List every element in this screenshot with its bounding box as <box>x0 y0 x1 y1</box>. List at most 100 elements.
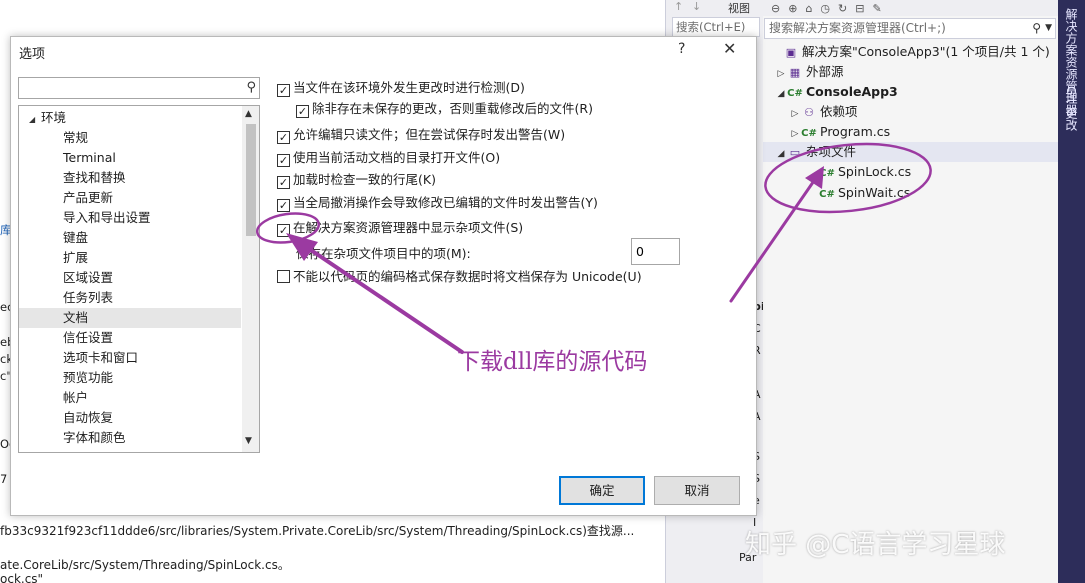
solution-explorer: ⊖ ⊕ ⌂ ◷ ↻ ⊟ ✎ 搜索解决方案资源管理器(Ctrl+;) ⚲ ▼ ▣ 解… <box>763 0 1058 583</box>
option-row[interactable]: ✓ 使用当前活动文档的目录打开文件(O) <box>277 149 500 167</box>
expand-arrow-icon[interactable]: ◢ <box>775 144 787 164</box>
option-row[interactable]: ✓ 加载时检查一致的行尾(K) <box>277 171 436 189</box>
tab-git-changes[interactable]: Git 更改 <box>1063 86 1080 131</box>
expand-arrow-icon[interactable]: ▷ <box>789 104 801 124</box>
se-search-placeholder: 搜索解决方案资源管理器(Ctrl+;) <box>769 21 946 35</box>
tree-item[interactable]: 任务列表 <box>19 288 241 308</box>
options-tree: ◢ 环境 常规 Terminal 查找和替换 产品更新 导入和导出设置 键盘 扩展 区域设置 任务… <box>18 105 260 453</box>
close-icon[interactable]: ✕ <box>723 39 736 58</box>
scroll-up-icon[interactable]: ▲ <box>245 109 252 119</box>
option-label: 在解决方案资源管理器中显示杂项文件(S) <box>293 220 524 235</box>
csharp-file-icon: C# <box>819 168 835 179</box>
solution-tree-item[interactable]: ▷ ⚇ 依赖项 <box>763 102 1058 122</box>
solution-tree-label: 杂项文件 <box>806 144 857 159</box>
option-label: 加载时检查一致的行尾(K) <box>293 172 436 187</box>
expand-arrow-icon[interactable]: ▷ <box>789 124 801 144</box>
tree-item[interactable]: 产品更新 <box>19 188 241 208</box>
checkbox[interactable]: ✓ <box>277 199 290 212</box>
checkbox[interactable]: ✓ <box>296 105 309 118</box>
option-label: 不能以代码页的编码格式保存数据时将文档保存为 Unicode(U) <box>293 269 642 284</box>
folder-icon: ▣ <box>785 46 797 59</box>
scroll-down-icon[interactable]: ▼ <box>245 436 252 446</box>
solution-tree-item[interactable]: ▣ 解决方案"ConsoleApp3"(1 个项目/共 1 个) <box>763 42 1058 62</box>
expand-arrow-icon[interactable]: ◢ <box>775 84 787 104</box>
folder-icon: ▭ <box>789 146 801 159</box>
history-icon[interactable]: ◷ <box>820 2 830 15</box>
right-tab-strip: 解决方案资源管理器 Git 更改 <box>1058 0 1085 583</box>
forward-icon[interactable]: ⊕ <box>788 2 797 15</box>
folder-icon: ▦ <box>789 66 801 79</box>
misc-items-count-label: 保存在杂项文件项目中的项(M): <box>296 246 471 261</box>
annotation-text: 下载dll库的源代码 <box>457 349 648 375</box>
up-arrow-icon[interactable]: ↑ <box>674 0 683 13</box>
solution-explorer-search-input[interactable]: 搜索解决方案资源管理器(Ctrl+;) ⚲ ▼ <box>764 18 1056 39</box>
cancel-button[interactable]: 取消 <box>654 476 740 505</box>
ok-button[interactable]: 确定 <box>559 476 645 505</box>
misc-items-count-input[interactable] <box>631 238 680 265</box>
solution-tree-label: SpinLock.cs <box>838 164 912 179</box>
checkbox[interactable]: ✓ <box>277 224 290 237</box>
solution-tree-label: SpinWait.cs <box>838 185 911 200</box>
watermark: 知乎 @C语言学习星球 <box>745 530 1006 560</box>
checkbox[interactable] <box>277 270 290 283</box>
csharp-file-icon: C# <box>801 128 817 139</box>
solution-tree-item[interactable]: ◢ ▭ 杂项文件 <box>763 142 1058 162</box>
tree-scrollbar[interactable]: ▲ ▼ <box>242 106 259 452</box>
tree-item[interactable]: 键盘 <box>19 228 241 248</box>
solution-tree-label: Program.cs <box>820 124 891 139</box>
tree-item[interactable]: 常规 <box>19 128 241 148</box>
solution-tree-item[interactable]: C# SpinLock.cs <box>763 162 1058 182</box>
tree-item[interactable]: 帐户 <box>19 388 241 408</box>
options-dialog: 选项 ? ✕ ⚲ ◢ 环境 常规 Terminal 查找和替换 产品更新 导入和导出设置键… <box>10 36 757 516</box>
solution-tree-item[interactable]: C# SpinWait.cs <box>763 183 1058 203</box>
expand-arrow-icon[interactable]: ▷ <box>775 64 787 84</box>
option-row[interactable]: ✓ 当文件在该环境外发生更改时进行检测(D) <box>277 79 525 97</box>
help-icon[interactable]: ? <box>678 41 685 57</box>
tree-item[interactable]: Terminal <box>19 148 241 168</box>
option-label: 除非存在未保存的更改，否则重载修改后的文件(R) <box>312 101 593 116</box>
solution-tree-item[interactable]: ▷ C# Program.cs <box>763 122 1058 142</box>
tree-item[interactable]: 信任设置 <box>19 328 241 348</box>
search-icon[interactable]: ⚲ <box>1032 19 1041 38</box>
chevron-down-icon[interactable]: ▼ <box>1045 19 1052 38</box>
tree-item[interactable]: 查找和替换 <box>19 168 241 188</box>
checkbox[interactable]: ✓ <box>277 176 290 189</box>
tree-item-label: 环境 <box>41 110 67 125</box>
middle-search-input[interactable]: 搜索(Ctrl+E) <box>672 17 760 37</box>
tree-item[interactable]: 导入和导出设置 <box>19 208 241 228</box>
options-search-input[interactable]: ⚲ <box>18 77 260 99</box>
checkbox[interactable]: ✓ <box>277 131 290 144</box>
home-icon[interactable]: ⌂ <box>805 2 812 15</box>
tree-item[interactable]: 字体和颜色 <box>19 428 241 448</box>
tree-item[interactable]: 自动恢复 <box>19 408 241 428</box>
option-row[interactable]: ✓ 在解决方案资源管理器中显示杂项文件(S) <box>277 219 523 237</box>
collapse-icon[interactable]: ⊟ <box>855 2 864 15</box>
solution-tree-item[interactable]: ▷ ▦ 外部源 <box>763 62 1058 82</box>
checkbox[interactable]: ✓ <box>277 154 290 167</box>
checkbox[interactable]: ✓ <box>277 84 290 97</box>
option-row[interactable]: ✓ 当全局撤消操作会导致修改已编辑的文件时发出警告(Y) <box>277 194 598 212</box>
solution-tree-item[interactable]: ◢ C# ConsoleApp3 <box>763 82 1058 102</box>
tree-item[interactable]: 区域设置 <box>19 268 241 288</box>
bg-fragment: 7 <box>0 472 8 486</box>
tree-item[interactable]: 扩展 <box>19 248 241 268</box>
option-label: 允许编辑只读文件；但在尝试保存时发出警告(W) <box>293 127 566 142</box>
tree-item[interactable]: 选项卡和窗口 <box>19 348 241 368</box>
refresh-icon[interactable]: ↻ <box>838 2 847 15</box>
option-label: 使用当前活动文档的目录打开文件(O) <box>293 150 501 165</box>
tree-item-environment[interactable]: ◢ 环境 <box>19 108 241 128</box>
scrollbar-thumb[interactable] <box>246 124 256 236</box>
down-arrow-icon[interactable]: ↓ <box>692 0 701 13</box>
solution-tree-label: 解决方案"ConsoleApp3"(1 个项目/共 1 个) <box>802 44 1050 59</box>
view-label[interactable]: 视图 <box>728 0 750 16</box>
tree-item[interactable]: 文档 <box>19 308 241 328</box>
option-row[interactable]: ✓ 允许编辑只读文件；但在尝试保存时发出警告(W) <box>277 126 565 144</box>
back-icon[interactable]: ⊖ <box>771 2 780 15</box>
option-row[interactable]: ✓ 除非存在未保存的更改，否则重载修改后的文件(R) <box>296 100 593 118</box>
option-save-unicode[interactable]: 不能以代码页的编码格式保存数据时将文档保存为 Unicode(U) <box>277 268 642 286</box>
folder-icon: ⚇ <box>804 106 814 119</box>
solution-tree-label: ConsoleApp3 <box>806 84 898 99</box>
tree-item[interactable]: 预览功能 <box>19 368 241 388</box>
expand-triangle-icon[interactable]: ◢ <box>29 110 41 130</box>
properties-icon[interactable]: ✎ <box>872 2 881 15</box>
